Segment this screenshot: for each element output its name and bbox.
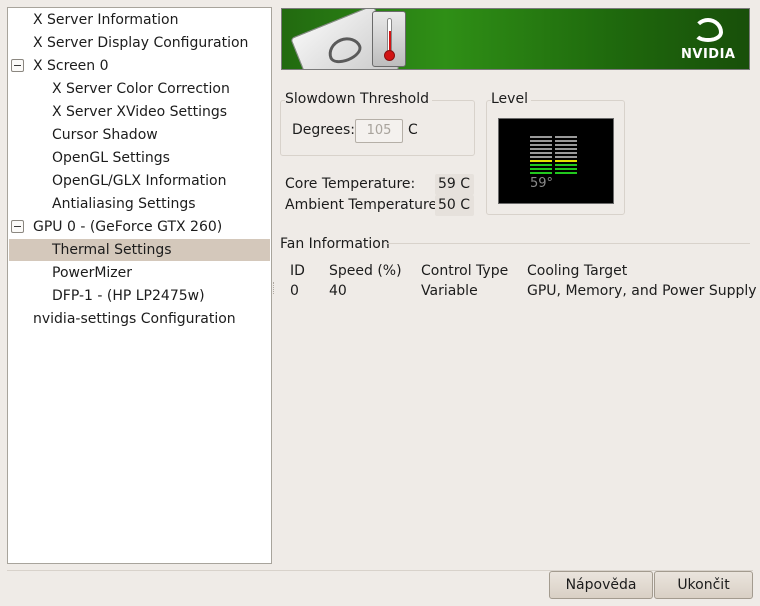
nvidia-eye-icon: [693, 18, 723, 42]
tree-item-dfp-1[interactable]: DFP-1 - (HP LP2475w): [9, 285, 270, 307]
fan-cell-cooling-target: GPU, Memory, and Power Supply: [527, 283, 757, 299]
collapse-icon[interactable]: [11, 59, 24, 72]
help-button[interactable]: Nápověda: [549, 571, 653, 599]
fan-cell-control-type: Variable: [421, 283, 478, 299]
core-temperature-label: Core Temperature:: [285, 176, 416, 192]
tree-item-label: OpenGL Settings: [52, 150, 170, 166]
level-bar: [555, 172, 577, 174]
level-bar: [555, 144, 577, 146]
ambient-temperature-value: 50 C: [435, 195, 474, 216]
level-bar: [530, 168, 552, 170]
level-title: Level: [491, 91, 531, 107]
level-bar: [555, 140, 577, 142]
pane-divider-handle[interactable]: [273, 282, 276, 294]
tree-item-x-server-information[interactable]: X Server Information: [9, 9, 270, 31]
ambient-temperature-label: Ambient Temperature:: [285, 197, 442, 213]
tree-item-label: OpenGL/GLX Information: [52, 173, 227, 189]
tree-item-label: X Screen 0: [33, 58, 109, 74]
nvidia-logo-text: NVIDIA: [681, 47, 736, 62]
level-bar: [555, 156, 577, 158]
level-bar: [555, 148, 577, 150]
tree-item-label: X Server XVideo Settings: [52, 104, 228, 120]
tree-item-thermal-settings[interactable]: Thermal Settings: [9, 239, 270, 261]
tree-item-x-server-display-configuration[interactable]: X Server Display Configuration: [9, 32, 270, 54]
level-bar: [530, 140, 552, 142]
tree-item-gpu-0[interactable]: GPU 0 - (GeForce GTX 260): [9, 216, 270, 238]
tree-item-x-server-xvideo-settings[interactable]: X Server XVideo Settings: [9, 101, 270, 123]
fan-header-control-type: Control Type: [421, 263, 509, 279]
collapse-icon[interactable]: [11, 220, 24, 233]
level-bar: [555, 160, 577, 162]
fan-cell-id: 0: [290, 283, 299, 299]
tree-item-cursor-shadow[interactable]: Cursor Shadow: [9, 124, 270, 146]
tree-item-opengl-glx-information[interactable]: OpenGL/GLX Information: [9, 170, 270, 192]
degrees-field[interactable]: 105: [355, 119, 403, 143]
level-bar: [530, 152, 552, 154]
level-bar: [530, 156, 552, 158]
thermal-banner: NVIDIA: [281, 8, 750, 70]
quit-button[interactable]: Ukončit: [654, 571, 753, 599]
level-bar: [530, 172, 552, 174]
degrees-label: Degrees:: [292, 122, 355, 138]
degrees-unit: C: [408, 122, 418, 138]
tree-item-label: DFP-1 - (HP LP2475w): [52, 288, 205, 304]
slowdown-threshold-title: Slowdown Threshold: [285, 91, 433, 107]
tree-item-nvidia-settings-configuration[interactable]: nvidia-settings Configuration: [9, 308, 270, 330]
fan-information-title: Fan Information: [280, 236, 390, 252]
fan-section-separator: [386, 243, 750, 244]
fan-header-id: ID: [290, 263, 305, 279]
tree-item-label: GPU 0 - (GeForce GTX 260): [33, 219, 223, 235]
tree-item-antialiasing-settings[interactable]: Antialiasing Settings: [9, 193, 270, 215]
tree-item-label: Cursor Shadow: [52, 127, 158, 143]
tree-item-label: nvidia-settings Configuration: [33, 311, 236, 327]
nvidia-eye-icon: [324, 32, 365, 68]
level-bar: [530, 148, 552, 150]
navigation-tree[interactable]: X Server Information X Server Display Co…: [7, 7, 272, 564]
level-bar: [555, 152, 577, 154]
level-bar: [555, 164, 577, 166]
tree-item-label: X Server Information: [33, 12, 179, 28]
level-bar: [555, 168, 577, 170]
fan-header-cooling-target: Cooling Target: [527, 263, 628, 279]
level-bar: [530, 164, 552, 166]
tree-item-label: PowerMizer: [52, 265, 133, 281]
tree-item-powermizer[interactable]: PowerMizer: [9, 262, 270, 284]
tree-item-x-server-color-correction[interactable]: X Server Color Correction: [9, 78, 270, 100]
tree-item-label: X Server Color Correction: [52, 81, 230, 97]
level-bar: [530, 144, 552, 146]
tree-item-label: X Server Display Configuration: [33, 35, 249, 51]
core-temperature-value: 59 C: [435, 174, 474, 195]
tree-item-label: Antialiasing Settings: [52, 196, 196, 212]
nvidia-logo: NVIDIA: [681, 16, 735, 66]
tree-item-opengl-settings[interactable]: OpenGL Settings: [9, 147, 270, 169]
tree-item-x-screen-0[interactable]: X Screen 0: [9, 55, 270, 77]
temperature-level-gauge: 59°: [498, 118, 614, 204]
tree-item-label: Thermal Settings: [52, 242, 172, 258]
level-bar: [530, 136, 552, 138]
thermometer-icon: [372, 11, 406, 67]
level-reading: 59°: [530, 176, 554, 191]
level-bar: [530, 160, 552, 162]
fan-header-speed: Speed (%): [329, 263, 402, 279]
fan-cell-speed: 40: [329, 283, 347, 299]
level-bar: [555, 136, 577, 138]
